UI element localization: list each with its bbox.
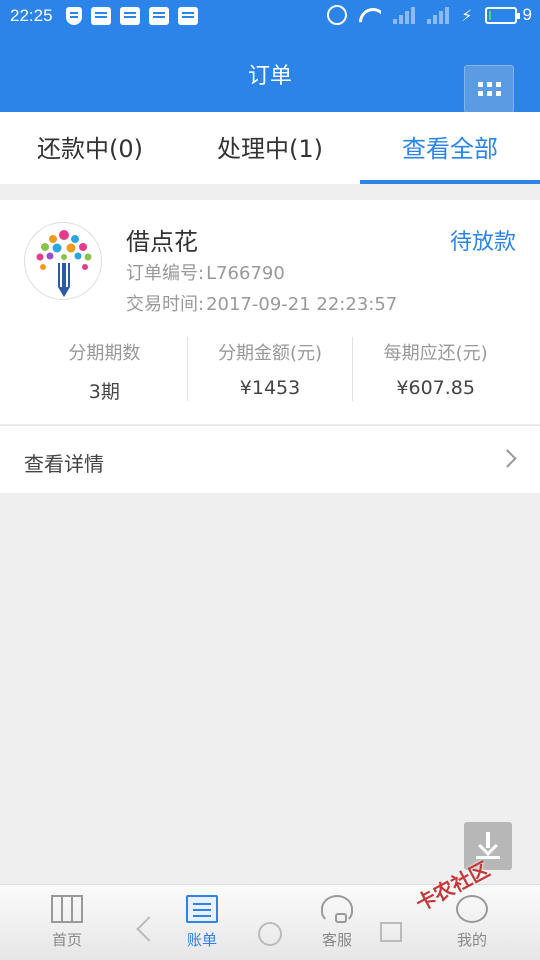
tab-all[interactable]: 查看全部 (360, 112, 540, 184)
chevron-right-icon (498, 449, 517, 468)
stat-value: ¥607.85 (396, 377, 475, 399)
stat-value: ¥1453 (239, 377, 301, 399)
nav-label: 账单 (186, 931, 217, 949)
order-number-label: 订单编号: (126, 263, 205, 284)
pencil-tree-icon (36, 230, 92, 297)
stat-periods: 分期期数 3期 (22, 337, 187, 403)
system-recent-icon[interactable] (380, 922, 402, 942)
app-icon (120, 7, 140, 25)
nav-bill[interactable]: 账单 (167, 895, 237, 950)
page-title: 订单 (247, 64, 292, 89)
lender-logo (24, 222, 102, 300)
order-tabs: 还款中(0) 处理中(1) 查看全部 (0, 112, 540, 184)
signal-icon (393, 6, 416, 24)
order-status: 待放款 (449, 230, 516, 255)
nav-label: 我的 (456, 931, 487, 949)
charging-icon: ⚡ (461, 5, 473, 25)
battery-level: 9 (522, 5, 532, 24)
installment-stats: 分期期数 3期 分期金额(元) ¥1453 每期应还(元) ¥607.85 (22, 337, 518, 403)
trade-time-label: 交易时间: (126, 294, 205, 315)
order-card: 借点花 待放款 订单编号: L766790 交易时间: 2017-09-21 22:… (0, 200, 540, 424)
shield-icon (66, 7, 82, 25)
signal-4g-icon (427, 6, 450, 24)
title-bar: 订单 (0, 32, 540, 113)
view-details-label: 查看详情 (24, 452, 104, 476)
mail-icon (178, 7, 198, 25)
order-number: L766790 (206, 263, 285, 284)
bill-icon (186, 895, 218, 923)
lender-name: 借点花 (126, 228, 198, 256)
stat-per-period: 每期应还(元) ¥607.85 (352, 337, 518, 401)
nav-home[interactable]: 首页 (32, 895, 102, 950)
trade-time: 2017-09-21 22:23:57 (206, 294, 398, 315)
battery-icon (484, 6, 520, 24)
home-icon (51, 895, 83, 923)
stat-label: 每期应还(元) (383, 343, 488, 364)
system-icons: ⚡ 9 (327, 5, 532, 25)
grid-menu-button[interactable] (464, 65, 514, 113)
status-time: 22:25 (10, 6, 53, 25)
system-home-icon[interactable] (258, 922, 282, 946)
stat-label: 分期金额(元) (217, 343, 323, 364)
news-icon (91, 7, 111, 25)
headset-icon (321, 895, 353, 923)
tab-repaying[interactable]: 还款中(0) (0, 112, 180, 184)
image-icon (149, 7, 169, 25)
trade-time-line: 交易时间: 2017-09-21 22:23:57 (126, 290, 397, 316)
nav-label: 客服 (321, 931, 352, 949)
stat-value: 3期 (88, 381, 120, 403)
status-bar: 22:25 ⚡ 9 (0, 0, 540, 32)
notification-icons (66, 7, 198, 25)
order-number-line: 订单编号: L766790 (126, 259, 285, 285)
nav-label: 首页 (51, 931, 82, 949)
wifi-icon (359, 5, 381, 25)
alarm-icon (327, 5, 348, 25)
nav-service[interactable]: 客服 (302, 895, 372, 950)
stat-label: 分期期数 (68, 343, 141, 364)
view-details-row[interactable]: 查看详情 (0, 425, 540, 493)
stat-amount: 分期金额(元) ¥1453 (186, 337, 353, 401)
tab-processing[interactable]: 处理中(1) (180, 112, 360, 184)
